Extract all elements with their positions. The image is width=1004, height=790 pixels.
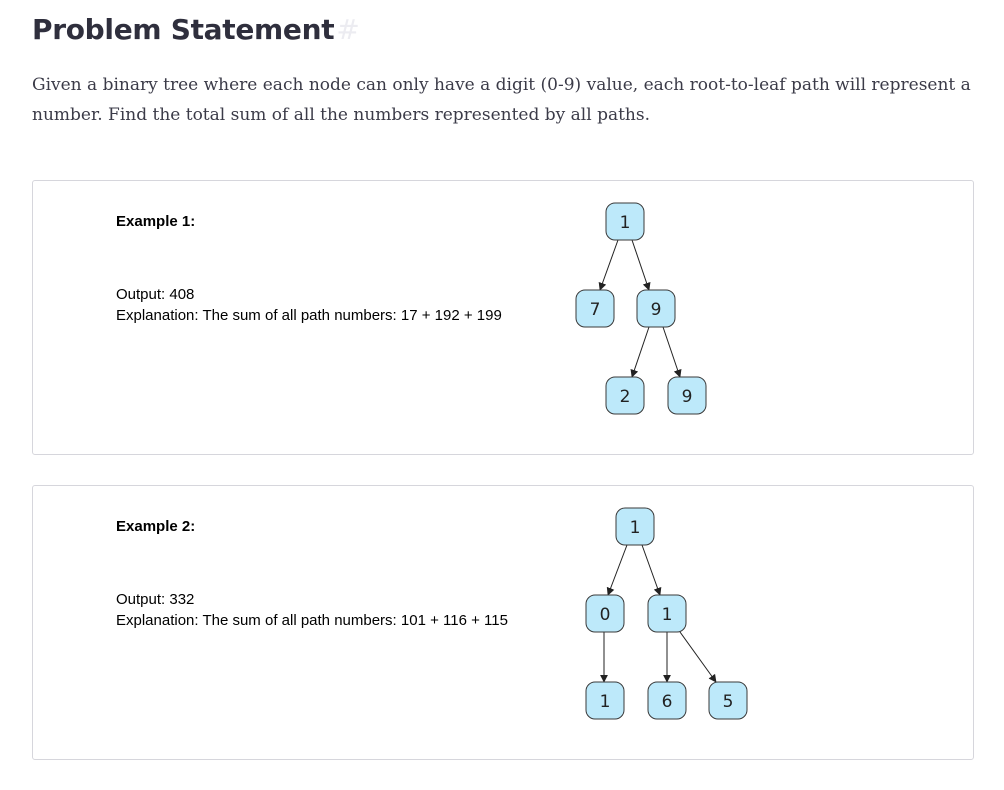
- node-label: 7: [590, 300, 601, 320]
- tree-node: 6: [647, 681, 687, 720]
- tree-edge: [630, 326, 650, 378]
- anchor-link-icon[interactable]: #: [336, 13, 359, 46]
- tree-node: 5: [708, 681, 748, 720]
- tree-edge: [631, 239, 651, 291]
- node-label: 2: [620, 387, 631, 407]
- node-label: 5: [723, 692, 734, 712]
- node-label: 9: [651, 300, 662, 320]
- example-card-2: Example 2: Output: 332 Explanation: The …: [32, 485, 974, 760]
- tree-node: 1: [647, 594, 687, 633]
- tree-node: 7: [575, 289, 615, 328]
- tree-diagram: 1 0 1 1 6 5: [585, 507, 748, 720]
- tree-node: 1: [615, 507, 655, 546]
- node-label: 1: [600, 692, 611, 712]
- tree-node: 9: [667, 376, 707, 415]
- tree-node: 0: [585, 594, 625, 633]
- tree-edge: [679, 631, 717, 683]
- node-label: 0: [600, 605, 611, 625]
- problem-statement: Given a binary tree where each node can …: [32, 75, 971, 125]
- node-label: 1: [662, 605, 673, 625]
- node-label: 1: [620, 213, 631, 233]
- node-label: 9: [682, 387, 693, 407]
- node-label: 1: [630, 518, 641, 538]
- example-card-1: Example 1: Output: 408 Explanation: The …: [32, 180, 974, 455]
- tree-node: 2: [605, 376, 645, 415]
- tree-edge: [641, 544, 662, 596]
- tree-node: 9: [636, 289, 676, 328]
- tree-edge: [606, 544, 628, 596]
- page-title-text: Problem Statement: [32, 13, 335, 46]
- page-title: Problem Statement#: [32, 10, 360, 50]
- tree-edge: [662, 326, 682, 378]
- tree-node: 1: [585, 681, 625, 720]
- tree-node: 1: [605, 202, 645, 241]
- node-label: 6: [662, 692, 673, 712]
- tree-diagram: 1 7 9 2 9: [575, 202, 707, 415]
- tree-edge: [598, 239, 619, 291]
